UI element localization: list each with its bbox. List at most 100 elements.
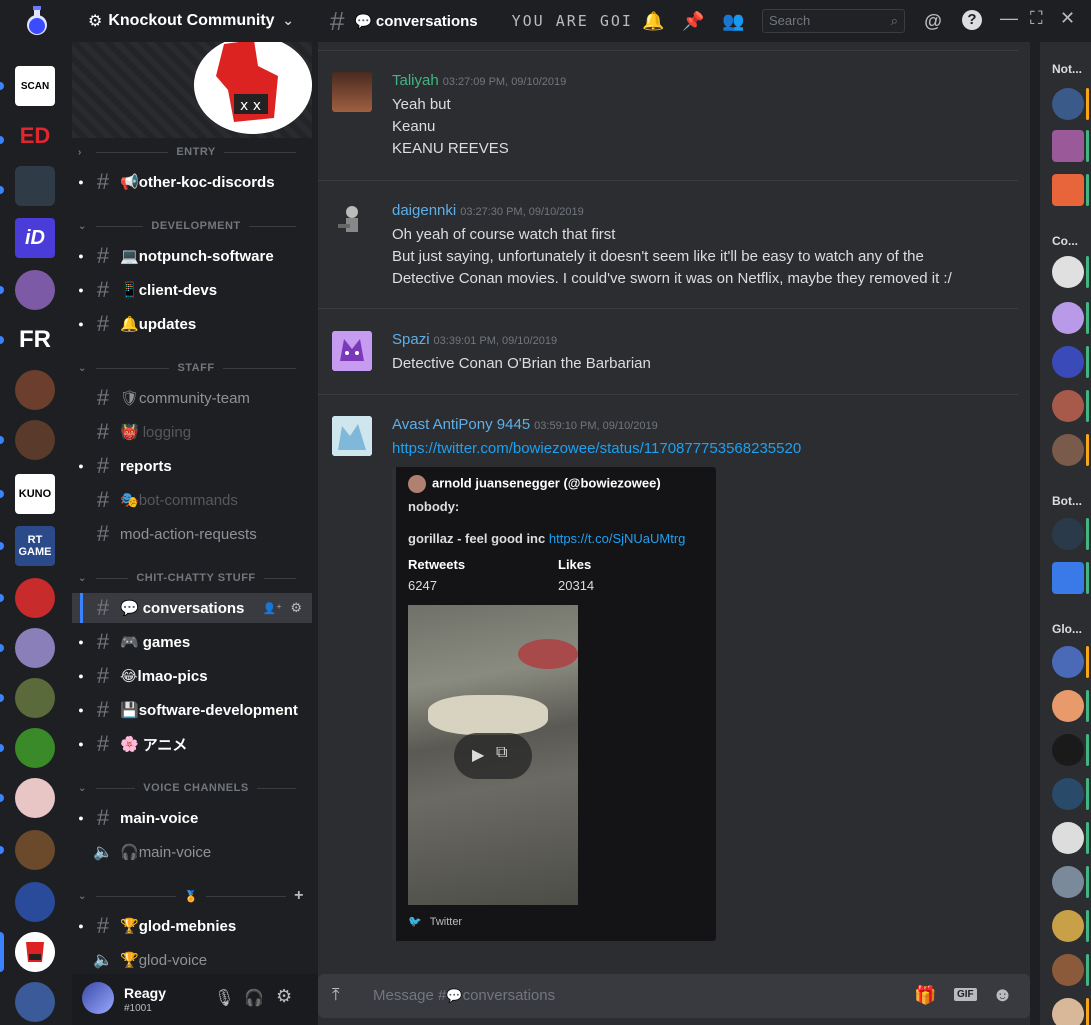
member-avatar[interactable] <box>1052 866 1084 898</box>
server-icon-portrait[interactable] <box>15 370 55 410</box>
minimize-icon[interactable]: — <box>1000 8 1018 29</box>
server-icon-knockout[interactable] <box>15 932 55 972</box>
server-icon-scan[interactable]: SCAN <box>15 66 55 106</box>
open-external-icon[interactable]: ⧉ <box>496 744 507 762</box>
member-avatar[interactable] <box>1052 954 1084 986</box>
channel-topic[interactable]: YOU ARE GOING <box>512 12 632 30</box>
channel-conversations[interactable]: # 💬 conversations 👤⁺ ⚙ <box>72 593 312 623</box>
server-icon-spiderman[interactable] <box>15 578 55 618</box>
channel-lmao-pics[interactable]: ● # 😂 lmao-pics <box>72 661 312 691</box>
member-avatar[interactable] <box>1052 734 1084 766</box>
channel-reports[interactable]: ● # reports <box>72 451 312 481</box>
member-avatar[interactable] <box>1052 646 1084 678</box>
channel-software-development[interactable]: ● # 💾 software-development <box>72 695 312 725</box>
member-avatar[interactable] <box>1052 998 1084 1025</box>
channel-community-team[interactable]: # 🛡 community-team <box>72 383 312 413</box>
member-avatar[interactable] <box>1052 434 1084 466</box>
message-author[interactable]: daigennki 03:27:30 PM, 09/10/2019 <box>392 202 584 219</box>
add-channel-icon[interactable]: + <box>294 887 304 905</box>
channel-client-devs[interactable]: ● # 📱 client-devs <box>72 275 312 305</box>
server-icon-bird[interactable] <box>15 628 55 668</box>
server-icon-animegirl[interactable] <box>15 778 55 818</box>
member-avatar[interactable] <box>1052 346 1084 378</box>
server-icon-ed[interactable]: ED <box>15 116 55 156</box>
app-logo-icon[interactable] <box>24 6 50 36</box>
server-icon-blank[interactable] <box>15 166 55 206</box>
member-avatar[interactable] <box>1052 690 1084 722</box>
member-avatar[interactable] <box>1052 910 1084 942</box>
server-icon-kuno[interactable]: KUNO <box>15 474 55 514</box>
category-development[interactable]: ⌄ DEVELOPMENT <box>78 218 304 234</box>
channel-glod-voice[interactable]: 🔈 🏆 glod-voice <box>72 945 312 974</box>
member-avatar[interactable] <box>1052 302 1084 334</box>
settings-gear-icon[interactable]: ⚙ <box>276 986 292 1007</box>
video-controls[interactable]: ▶ ⧉ <box>454 733 532 779</box>
category-staff[interactable]: ⌄ STAFF <box>78 360 304 376</box>
member-avatar[interactable] <box>1052 390 1084 422</box>
member-avatar[interactable] <box>1052 822 1084 854</box>
pin-icon[interactable]: 📌 <box>682 10 704 32</box>
members-icon[interactable]: 👥 <box>722 10 744 32</box>
category-voice[interactable]: ⌄ VOICE CHANNELS <box>78 780 304 796</box>
channel-anime[interactable]: ● # 🌸 アニメ <box>72 729 312 759</box>
avatar[interactable] <box>82 982 114 1014</box>
member-avatar[interactable] <box>1052 88 1084 120</box>
search-input[interactable]: Search ⌕ <box>762 9 905 33</box>
embed-video[interactable]: ▶ ⧉ <box>408 605 578 905</box>
message-author[interactable]: Taliyah 03:27:09 PM, 09/10/2019 <box>392 72 566 89</box>
channel-updates[interactable]: ● # 🔔 updates <box>72 309 312 339</box>
channel-main-voice-text[interactable]: ● # main-voice <box>72 803 312 833</box>
message-author[interactable]: Spazi 03:39:01 PM, 09/10/2019 <box>392 331 557 348</box>
channel-logging[interactable]: # 👹 logging <box>72 417 312 447</box>
play-icon[interactable]: ▶ <box>472 745 484 765</box>
channel-mod-action-requests[interactable]: # mod-action-requests <box>72 519 312 549</box>
close-icon[interactable]: ✕ <box>1060 8 1075 29</box>
server-icon-pirate[interactable] <box>15 830 55 870</box>
member-avatar[interactable] <box>1052 130 1084 162</box>
message-link[interactable]: https://twitter.com/bowiezowee/status/11… <box>392 438 1012 460</box>
server-icon-anime[interactable] <box>15 270 55 310</box>
member-avatar[interactable] <box>1052 778 1084 810</box>
avatar[interactable] <box>332 72 372 112</box>
server-icon-rtgame[interactable]: RT GAME <box>15 526 55 566</box>
mic-icon[interactable]: 🎙 <box>214 988 234 1008</box>
server-icon-blue[interactable] <box>15 882 55 922</box>
category-medal[interactable]: ⌄ 🏅 + <box>78 887 304 905</box>
server-icon-food[interactable] <box>15 420 55 460</box>
member-avatar[interactable] <box>1052 562 1084 594</box>
server-icon-fr[interactable]: FR <box>15 320 55 360</box>
emoji-icon[interactable]: ☻ <box>992 984 1013 1007</box>
invite-icon[interactable]: 👤⁺ <box>262 602 282 615</box>
channel-bot-commands[interactable]: # 🎭 bot-commands <box>72 485 312 515</box>
upload-icon[interactable]: ⤒ <box>332 985 340 1005</box>
server-name-header[interactable]: ⚙ Knockout Community ⌄ <box>72 0 312 42</box>
server-icon-misc[interactable] <box>15 982 55 1022</box>
channel-glod-mebnies[interactable]: ● # 🏆 glod-mebnies <box>72 911 312 941</box>
embed-link[interactable]: https://t.co/SjNUaUMtrg <box>549 531 686 546</box>
member-avatar[interactable] <box>1052 174 1084 206</box>
server-icon-id[interactable]: iD <box>15 218 55 258</box>
channel-notpunch-software[interactable]: ● # 💻 notpunch-software <box>72 241 312 271</box>
help-icon[interactable]: ? <box>962 10 982 30</box>
embed-author[interactable]: arnold juansenegger (@bowiezowee) <box>408 475 661 493</box>
gift-icon[interactable]: 🎁 <box>914 985 936 1006</box>
mention-icon[interactable]: @ <box>922 10 944 32</box>
gif-icon[interactable]: GIF <box>954 988 977 1001</box>
server-icon-soldier[interactable] <box>15 678 55 718</box>
maximize-icon[interactable]: ⛶ <box>1030 8 1043 29</box>
avatar[interactable] <box>332 331 372 371</box>
message-author[interactable]: Avast AntiPony 9445 03:59:10 PM, 09/10/20… <box>392 416 658 433</box>
channel-games[interactable]: ● # 🎮 games <box>72 627 312 657</box>
channel-main-voice[interactable]: 🔈 🎧 main-voice <box>72 837 312 867</box>
category-chit-chatty[interactable]: ⌄ CHIT-CHATTY STUFF <box>78 570 304 586</box>
server-icon-tree[interactable] <box>15 728 55 768</box>
member-avatar[interactable] <box>1052 256 1084 288</box>
message-input[interactable]: ⤒ Message #💬conversations 🎁 GIF ☻ <box>318 974 1030 1018</box>
channel-other-koc-discords[interactable]: ● # 📢 other-koc-discords <box>72 167 312 197</box>
bell-icon[interactable]: 🔔 <box>642 10 664 32</box>
avatar[interactable] <box>332 202 372 242</box>
category-entry[interactable]: › ENTRY <box>78 144 304 160</box>
avatar[interactable] <box>332 416 372 456</box>
gear-icon[interactable]: ⚙ <box>290 600 302 616</box>
member-avatar[interactable] <box>1052 518 1084 550</box>
